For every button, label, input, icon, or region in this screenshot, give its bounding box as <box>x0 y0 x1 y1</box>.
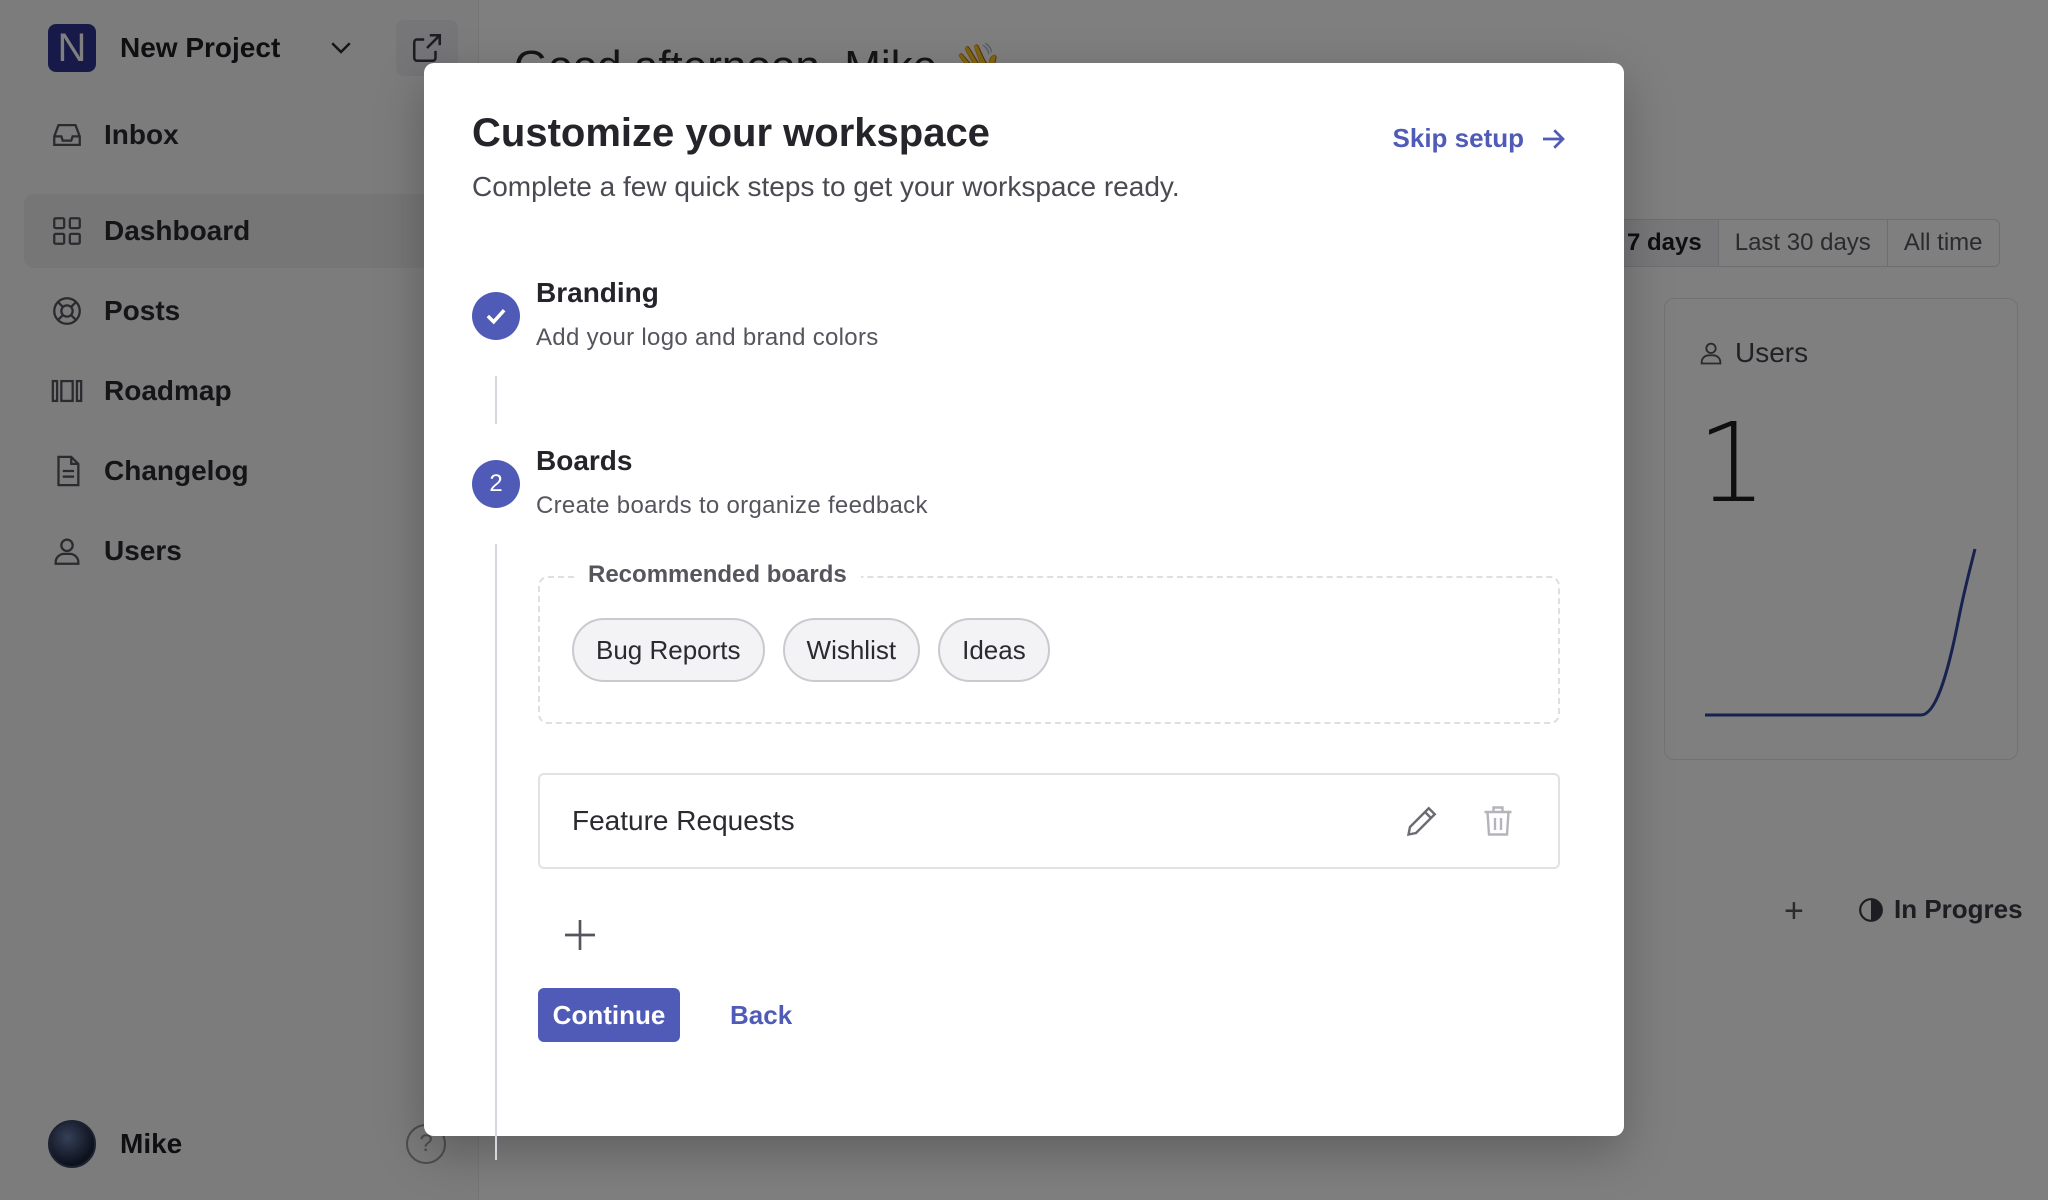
board-name: Feature Requests <box>572 805 795 836</box>
step-connector <box>495 376 497 424</box>
add-board-plus-icon[interactable] <box>560 915 600 955</box>
step-connector <box>495 544 497 1160</box>
step-number-indicator: 2 <box>472 460 520 508</box>
step-title-branding[interactable]: Branding <box>536 277 659 309</box>
skip-setup-label: Skip setup <box>1392 123 1524 153</box>
trash-icon[interactable] <box>1480 803 1516 839</box>
skip-setup-button[interactable]: Skip setup <box>1393 123 1568 154</box>
chip-wishlist[interactable]: Wishlist <box>782 618 921 682</box>
step-title-boards: Boards <box>536 445 633 476</box>
pencil-icon[interactable] <box>1404 803 1440 839</box>
back-button[interactable]: Back <box>730 988 792 1042</box>
recommended-boards-label: Recommended boards <box>574 561 861 589</box>
step-description: Add your logo and brand colors <box>536 324 879 351</box>
step-complete-indicator <box>472 292 520 340</box>
modal-title: Customize your workspace <box>472 111 990 155</box>
onboarding-modal: Customize your workspace Complete a few … <box>424 63 1624 1160</box>
arrow-right-icon <box>1543 128 1565 149</box>
continue-button[interactable]: Continue <box>538 988 680 1042</box>
chip-bug-reports[interactable]: Bug Reports <box>572 618 765 682</box>
step-description: Create boards to organize feedback <box>536 492 928 519</box>
modal-subtitle: Complete a few quick steps to get your w… <box>472 171 1180 202</box>
recommended-boards-list: Bug Reports Wishlist Ideas <box>572 618 1050 682</box>
check-icon <box>486 308 506 325</box>
board-row: Feature Requests <box>538 773 1560 869</box>
chip-ideas[interactable]: Ideas <box>938 618 1050 682</box>
